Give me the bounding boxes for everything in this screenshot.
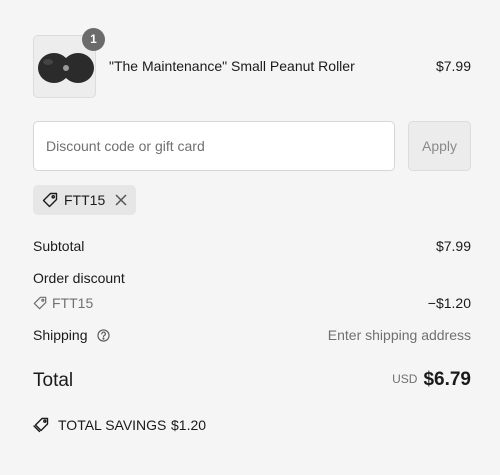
applied-discount-chip: FTT15 — [33, 185, 136, 215]
quantity-badge: 1 — [82, 28, 105, 51]
product-price: $7.99 — [435, 58, 471, 74]
discount-code-input[interactable] — [33, 121, 395, 171]
question-circle-icon[interactable] — [97, 329, 111, 345]
tag-icon — [33, 296, 47, 313]
close-icon[interactable] — [114, 193, 128, 212]
shipping-row: Shipping Enter shipping address — [33, 327, 471, 345]
savings-label: TOTAL SAVINGS — [58, 417, 167, 433]
currency-code: USD — [392, 372, 418, 386]
subtotal-label: Subtotal — [33, 238, 85, 254]
applied-code: FTT15 — [64, 192, 106, 208]
apply-button[interactable]: Apply — [408, 121, 471, 171]
order-discount-row: Order discount — [33, 270, 471, 286]
savings-value: $1.20 — [171, 417, 207, 433]
subtotal-row: Subtotal $7.99 — [33, 238, 471, 254]
tag-icon — [42, 192, 58, 213]
total-value: $6.79 — [423, 369, 471, 390]
product-thumbnail: 1 — [33, 28, 105, 98]
shipping-label: Shipping — [33, 327, 88, 343]
shipping-value: Enter shipping address — [327, 327, 471, 343]
order-discount-label: Order discount — [33, 270, 125, 286]
tags-icon — [33, 417, 50, 436]
total-amount-group: USD $6.79 — [392, 369, 471, 391]
discount-code-label: FTT15 — [52, 295, 94, 311]
line-item: 1 "The Maintenance" Small Peanut Roller … — [33, 28, 471, 98]
discount-value: −$1.20 — [427, 295, 471, 311]
subtotal-value: $7.99 — [435, 238, 471, 254]
total-label: Total — [33, 370, 74, 391]
product-name: "The Maintenance" Small Peanut Roller — [109, 58, 355, 74]
